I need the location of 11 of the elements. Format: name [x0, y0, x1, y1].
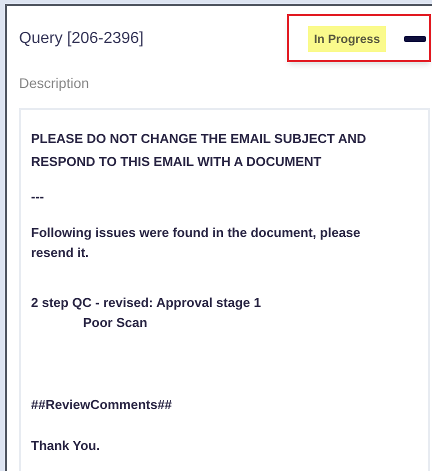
description-text: ---	[31, 188, 45, 206]
description-text: Poor Scan	[82, 314, 148, 332]
description-text: ##ReviewComments##	[31, 396, 173, 414]
description-text: Following issues were found in the document, please resend it.	[31, 224, 362, 262]
description-text: 2 step QC - revised: Approval stage 1	[31, 294, 262, 312]
description-text: Thank You.	[31, 437, 101, 455]
collapse-icon[interactable]	[404, 36, 426, 42]
status-badge: In Progress	[308, 26, 386, 52]
description-label: Description	[18, 74, 90, 93]
description-text: PLEASE DO NOT CHANGE THE EMAIL SUBJECT AND RESPOND TO THIS EMAIL WITH A DOCUMENT	[31, 130, 368, 171]
query-title: Query [206-2396]	[19, 29, 144, 49]
